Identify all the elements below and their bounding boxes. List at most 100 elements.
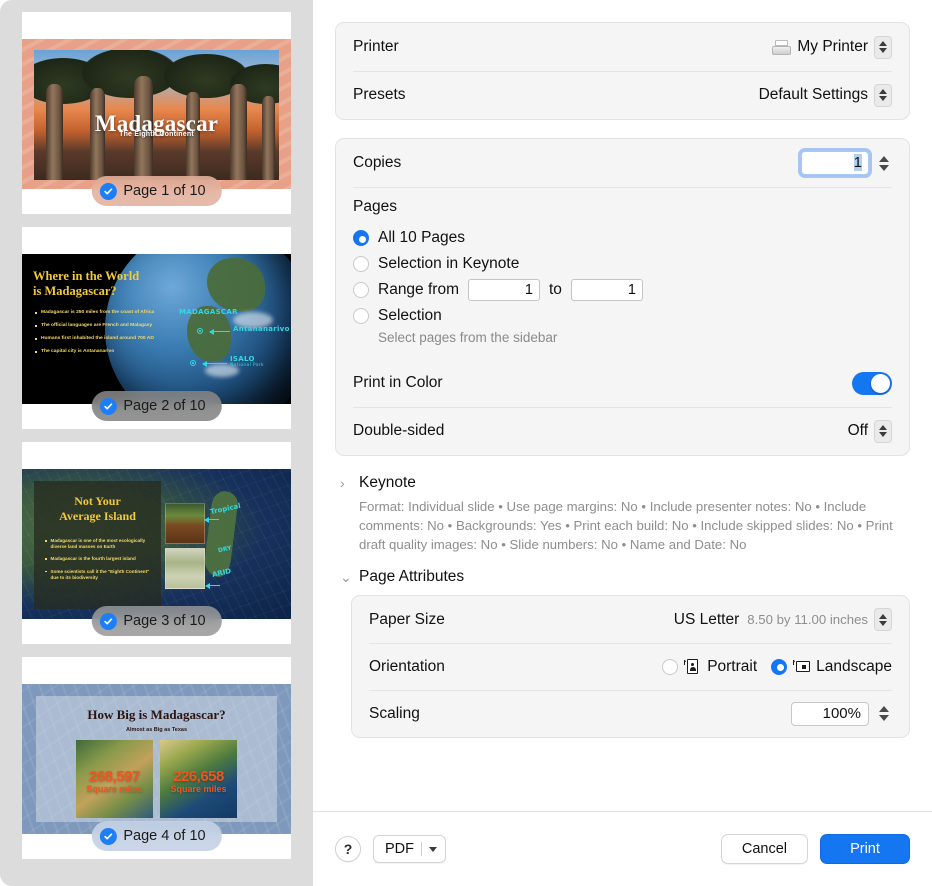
page-thumbnail-4[interactable]: How Big is Madagascar? Almost as Big as … xyxy=(22,657,291,859)
chevron-right-icon[interactable]: › xyxy=(340,475,350,491)
pages-option-range-label: Range from xyxy=(378,281,459,298)
radio-landscape[interactable] xyxy=(771,658,788,675)
copies-input[interactable]: 1 xyxy=(801,151,869,175)
scaling-input[interactable]: 100% xyxy=(791,701,869,726)
copies-value: 1 xyxy=(853,154,862,171)
copies-label: Copies xyxy=(353,154,402,171)
pdf-divider xyxy=(421,842,422,856)
slide-2-capital-label: Antananarivo xyxy=(233,325,290,333)
page-badge-3[interactable]: Page 3 of 10 xyxy=(91,606,222,636)
slide-preview-1: Madagascar The Eighth Continent xyxy=(22,39,291,189)
slide-4-title: How Big is Madagascar? xyxy=(87,707,226,722)
print-in-color-row: Print in Color xyxy=(336,359,909,407)
orientation-portrait-label: Portrait xyxy=(707,657,758,675)
paper-size-value: US Letter xyxy=(673,610,740,628)
page-attributes-disclosure-header[interactable]: ⌄ Page Attributes xyxy=(335,568,910,586)
print-in-color-toggle[interactable] xyxy=(852,371,892,395)
slide-2-country-label: MADAGASCAR xyxy=(179,308,238,316)
slide-2-bullet: The capital city is Antananarivo xyxy=(35,349,157,355)
copies-stepper[interactable] xyxy=(875,150,892,176)
slide-3-panel: Not Your Average Island Madagascar is one… xyxy=(34,481,161,609)
landscape-page-icon xyxy=(793,659,811,674)
chevron-down-icon[interactable]: ⌄ xyxy=(340,569,352,586)
print-options-panel: Printer My Printer Presets Default Setti… xyxy=(313,0,932,886)
range-from-input[interactable]: 1 xyxy=(467,279,540,301)
radio-selection-in-keynote[interactable] xyxy=(353,256,369,272)
slide-1-subtitle: The Eighth Continent xyxy=(119,130,194,138)
double-sided-popup-button[interactable]: Off xyxy=(848,419,892,443)
copies-pages-group: Copies 1 Pages All 10 Pages Selection in… xyxy=(335,138,910,456)
scaling-label: Scaling xyxy=(369,704,420,722)
page-badge-label-1: Page 1 of 10 xyxy=(123,183,206,199)
pages-option-all-label: All 10 Pages xyxy=(378,229,466,246)
slide-3-bullet: Madagascar is one of the most ecological… xyxy=(45,538,151,550)
selection-hint: Select pages from the sidebar xyxy=(378,330,558,345)
page-badge-label-3: Page 3 of 10 xyxy=(123,613,206,629)
print-options-scroll-area[interactable]: Printer My Printer Presets Default Setti… xyxy=(313,0,932,811)
radio-all-pages[interactable] xyxy=(353,230,369,246)
checkmark-icon xyxy=(99,827,117,845)
pages-option-selection[interactable]: Selection xyxy=(353,303,892,329)
slide-2-bullet: The official languages are French and Ma… xyxy=(35,323,157,329)
slide-3-title: Not Your Average Island xyxy=(59,494,136,523)
page-thumbnail-1[interactable]: Madagascar The Eighth Continent Page 1 o… xyxy=(22,12,291,214)
next-section-partial xyxy=(335,752,910,764)
orientation-option-portrait[interactable]: Portrait xyxy=(662,658,757,676)
orientation-option-landscape[interactable]: Landscape xyxy=(771,658,892,676)
pdf-menu-button[interactable]: PDF xyxy=(373,835,446,863)
slide-4-map-madagascar: 226,658 Square miles xyxy=(160,740,237,818)
pdf-label: PDF xyxy=(385,841,414,857)
radio-selection[interactable] xyxy=(353,308,369,324)
slide-2-title: Where in the World is Madagascar? xyxy=(33,269,140,299)
range-to-input[interactable]: 1 xyxy=(570,279,643,301)
slide-3-photo-tropical xyxy=(165,503,205,544)
page-attributes-title: Page Attributes xyxy=(359,568,465,586)
pages-block: Pages All 10 Pages Selection in Keynote … xyxy=(336,187,909,359)
print-in-color-label: Print in Color xyxy=(353,374,443,391)
paper-size-dimensions: 8.50 by 11.00 inches xyxy=(747,612,868,628)
page-badge-label-4: Page 4 of 10 xyxy=(123,828,206,844)
page-badge-1[interactable]: Page 1 of 10 xyxy=(91,176,222,206)
scaling-stepper[interactable] xyxy=(875,701,892,727)
help-button[interactable]: ? xyxy=(335,836,361,862)
printer-popup-button[interactable]: My Printer xyxy=(772,35,892,59)
page-badge-2[interactable]: Page 2 of 10 xyxy=(91,391,222,421)
portrait-page-icon xyxy=(684,659,701,675)
page-badge-4[interactable]: Page 4 of 10 xyxy=(91,821,222,851)
slide-3-bullet: Some scientists call it the "Eighth Cont… xyxy=(45,569,151,581)
orientation-label: Orientation xyxy=(369,657,445,675)
chevron-updown-icon[interactable] xyxy=(874,419,892,443)
double-sided-label: Double-sided xyxy=(353,422,445,439)
presets-popup-button[interactable]: Default Settings xyxy=(759,83,892,107)
radio-portrait[interactable] xyxy=(662,658,679,675)
paper-size-label: Paper Size xyxy=(369,610,445,628)
page-thumbnail-2[interactable]: Where in the World is Madagascar? Madagas… xyxy=(22,227,291,429)
printer-label: Printer xyxy=(353,38,399,55)
page-thumbnail-3[interactable]: Not Your Average Island Madagascar is one… xyxy=(22,442,291,644)
slide-1-photo: Madagascar The Eighth Continent xyxy=(34,50,279,180)
page-attributes-group: Paper Size US Letter 8.50 by 11.00 inche… xyxy=(351,595,910,739)
chevron-updown-icon[interactable] xyxy=(874,35,892,59)
slide-3-bullets: Madagascar is one of the most ecological… xyxy=(45,538,151,587)
page-thumbnail-sidebar[interactable]: Madagascar The Eighth Continent Page 1 o… xyxy=(0,0,313,886)
pages-option-selection-in-keynote[interactable]: Selection in Keynote xyxy=(353,251,892,277)
printer-value: My Printer xyxy=(797,38,868,55)
pages-option-all[interactable]: All 10 Pages xyxy=(353,225,892,251)
chevron-updown-icon[interactable] xyxy=(874,83,892,107)
slide-preview-3: Not Your Average Island Madagascar is one… xyxy=(22,469,291,619)
paper-size-popup-button[interactable]: US Letter 8.50 by 11.00 inches xyxy=(673,608,892,632)
print-button[interactable]: Print xyxy=(820,834,910,864)
cancel-button[interactable]: Cancel xyxy=(720,834,808,864)
presets-label: Presets xyxy=(353,86,406,103)
pages-label: Pages xyxy=(353,198,397,215)
checkmark-icon xyxy=(99,182,117,200)
chevron-down-icon[interactable] xyxy=(429,846,437,852)
pages-option-selection-label: Selection xyxy=(378,307,442,324)
slide-4-stat-left-number: 268,597 xyxy=(89,768,140,786)
slide-4-subtitle: Almost as Big as Texas xyxy=(125,727,188,733)
radio-range[interactable] xyxy=(353,282,369,298)
keynote-disclosure-header[interactable]: › Keynote xyxy=(335,474,910,492)
slide-2-bullet: Madagascar is 250 miles from the coast o… xyxy=(35,310,157,316)
chevron-updown-icon[interactable] xyxy=(874,608,892,632)
pages-option-range[interactable]: Range from 1 to 1 xyxy=(353,277,892,303)
